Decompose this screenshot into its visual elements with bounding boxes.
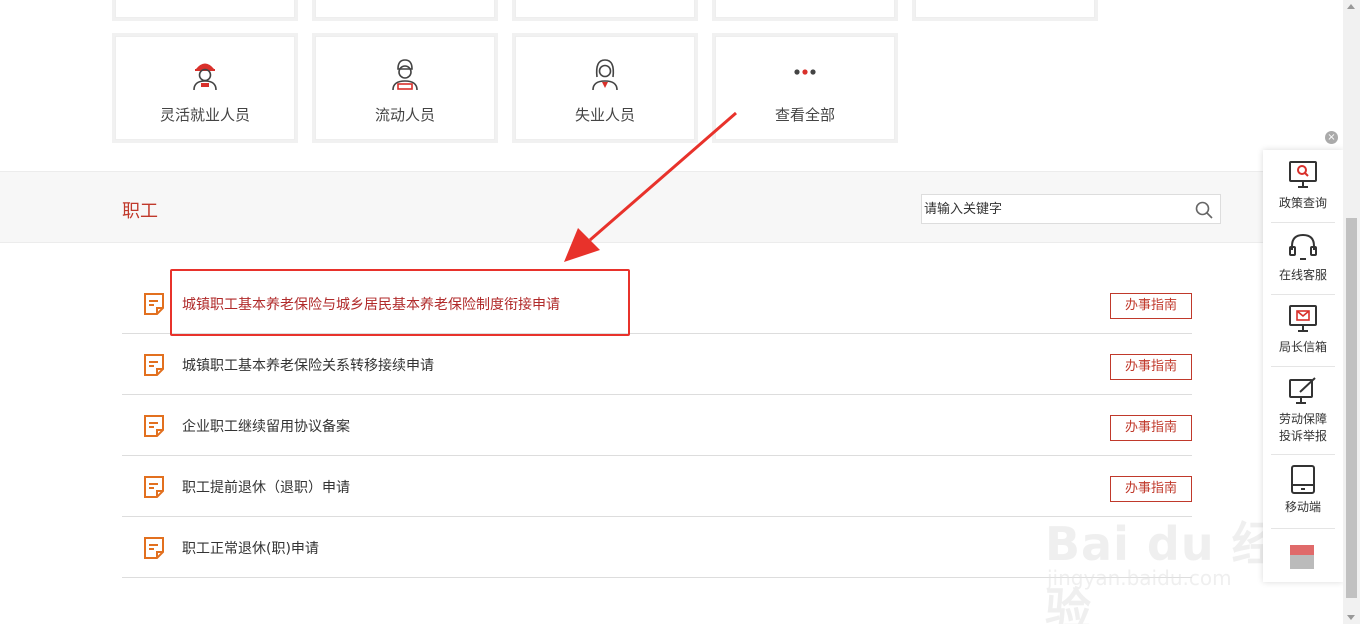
divider [1271,454,1335,455]
category-card-cut-2[interactable] [315,0,495,18]
scrollbar-thumb[interactable] [1346,218,1357,598]
divider [1271,366,1335,367]
category-card-flexible-employment[interactable]: 灵活就业人员 [115,36,295,140]
divider [1271,528,1335,529]
document-icon [144,415,164,437]
divider [1271,294,1335,295]
category-card-cut-5[interactable] [915,0,1095,18]
float-item-label: 移动端 [1284,500,1321,514]
service-name[interactable]: 企业职工继续留用协议备案 [182,416,350,436]
category-card-cut-1[interactable] [115,0,295,18]
document-icon [144,354,164,376]
category-card-cut-4[interactable] [715,0,895,18]
float-item-complaint-report[interactable]: 劳动保障 投诉举报 [1263,376,1343,444]
divider [1271,222,1335,223]
category-label: 查看全部 [774,106,835,124]
category-label: 失业人员 [574,106,635,124]
complaint-report-icon [1289,377,1316,404]
service-row[interactable]: 企业职工继续留用协议备案 办事指南 [122,395,1192,456]
search-icon[interactable] [1194,200,1214,220]
service-row[interactable]: 城镇职工基本养老保险关系转移接续申请 办事指南 [122,334,1192,395]
category-label: 流动人员 [374,106,435,124]
category-card-cut-3[interactable] [515,0,695,18]
headset-icon [1289,233,1317,260]
float-item-director-mailbox[interactable]: 局长信箱 [1263,304,1343,355]
floating-toolbar: 政策查询 在线客服 局长信箱 劳动保障 投诉举报 移动端 [1263,150,1343,582]
float-item-mobile[interactable]: 移动端 [1263,464,1343,515]
float-item-label: 政策查询 [1278,196,1327,210]
mobile-icon [1291,465,1315,494]
service-row[interactable]: 职工提前退休（退职）申请 办事指南 [122,456,1192,517]
category-card-unemployed[interactable]: 失业人员 [515,36,695,140]
float-item-label-line2: 投诉举报 [1278,429,1327,443]
annotation-highlight-box [170,269,630,336]
scrollbar[interactable] [1343,0,1360,624]
section-header: 职工 [0,171,1343,243]
category-card-migrant[interactable]: 流动人员 [315,36,495,140]
service-row[interactable]: 职工正常退休(职)申请 [122,517,1192,578]
service-name[interactable]: 职工提前退休（退职）申请 [182,477,350,497]
section-title: 职工 [122,201,158,222]
document-icon [144,476,164,498]
watermark-url: jingyan.baidu.com [1047,566,1232,590]
close-icon[interactable]: × [1325,131,1338,144]
service-name[interactable]: 职工正常退休(职)申请 [182,538,319,558]
policy-search-icon [1289,161,1317,188]
worker-helmet-icon [193,63,217,91]
document-icon [144,293,164,315]
migrant-person-icon [392,59,418,91]
unemployed-person-icon [592,59,618,91]
scroll-up-icon[interactable] [1347,4,1355,9]
mailbox-icon [1289,305,1317,332]
guide-button[interactable]: 办事指南 [1110,354,1192,380]
document-icon [144,537,164,559]
guide-button[interactable]: 办事指南 [1110,415,1192,441]
guide-button[interactable]: 办事指南 [1110,293,1192,319]
float-item-label: 局长信箱 [1278,340,1327,354]
search-input[interactable] [922,195,1184,223]
page: 灵活就业人员 流动人员 失业人员 查看全部 职工 请输入关键字 城镇职工基本养老… [0,0,1360,624]
scroll-down-icon[interactable] [1347,615,1355,620]
back-to-top-button[interactable] [1290,545,1314,569]
guide-button[interactable]: 办事指南 [1110,476,1192,502]
category-label: 灵活就业人员 [159,106,250,124]
float-item-policy-search[interactable]: 政策查询 [1263,160,1343,211]
float-item-online-service[interactable]: 在线客服 [1263,232,1343,283]
more-dots-icon [794,69,816,75]
service-name[interactable]: 城镇职工基本养老保险关系转移接续申请 [182,355,434,375]
search-box [921,194,1221,224]
float-item-label-line1: 劳动保障 [1278,412,1327,426]
watermark: Bai du 经验 jingyan.baidu.com [1045,508,1290,624]
category-card-view-all[interactable]: 查看全部 [715,36,895,140]
float-item-label: 在线客服 [1278,268,1327,282]
